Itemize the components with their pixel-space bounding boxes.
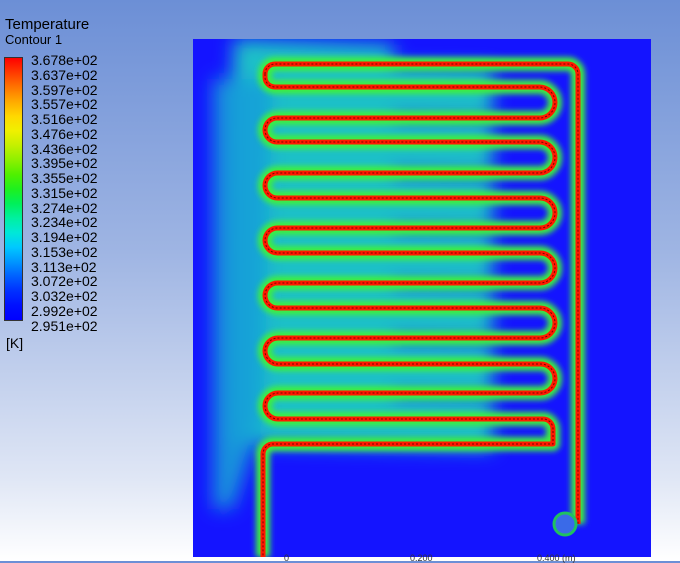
contour-plot [193, 39, 651, 557]
axis-label-1: 0.200 [410, 553, 433, 563]
legend-tick-label: 3.557e+02 [31, 96, 98, 113]
legend-tick-label: 3.113e+02 [31, 258, 97, 275]
colorbar [4, 57, 23, 321]
legend-tick-label: 3.315e+02 [31, 184, 98, 201]
axis-label-0: 0 [284, 553, 290, 563]
legend-tick-label: 3.153e+02 [31, 243, 98, 260]
legend-title: Temperature [5, 16, 90, 33]
legend-tick-label: 3.597e+02 [31, 81, 98, 98]
legend-subtitle: Contour 1 [5, 32, 63, 47]
legend-tick-label: 3.355e+02 [31, 170, 98, 186]
legend-tick-label: 3.032e+02 [31, 288, 98, 304]
legend-tick-label: 2.951e+02 [31, 317, 98, 334]
legend-tick-label: 3.274e+02 [31, 199, 98, 216]
legend-tick-label: 3.678e+02 [31, 52, 98, 68]
legend-tick-label: 3.234e+02 [31, 214, 98, 231]
legend-tick-label: 3.436e+02 [31, 140, 98, 157]
legend-tick-label: 3.476e+02 [31, 125, 98, 142]
legend-tick-label: 3.637e+02 [31, 66, 98, 83]
axis-label-2: 0.400 (m) [537, 553, 576, 563]
legend-tick-label: 2.992e+02 [31, 302, 98, 319]
legend-tick-label: 3.194e+02 [31, 229, 98, 245]
legend-tick-label: 3.516e+02 [31, 111, 98, 127]
legend-tick-label: 3.395e+02 [31, 155, 98, 172]
legend-tick-label: 3.072e+02 [31, 273, 98, 290]
pipe-outlet [552, 511, 578, 537]
legend-unit: [K] [6, 335, 24, 351]
